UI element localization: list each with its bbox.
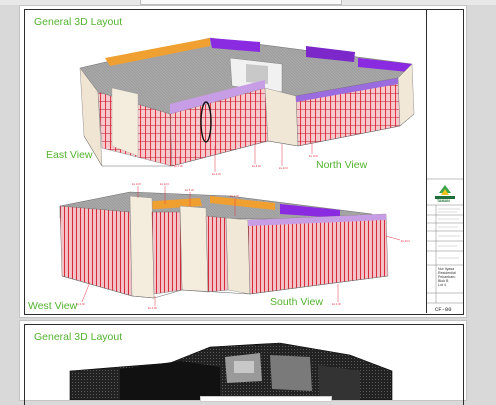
label-west-view: West View — [28, 300, 78, 312]
project-line-5: Lot 4 — [438, 283, 446, 287]
svg-text:EL 8.40: EL 8.40 — [185, 188, 194, 192]
label-general-3d-layout-2: General 3D Layout — [34, 331, 123, 343]
drawing-sheet-1: EL 4.20 EL 8.40 EL 12.6 EL 16.8 EL 0.00 — [20, 6, 466, 317]
building-3d-views: EL 4.20 EL 8.40 EL 12.6 EL 16.8 EL 0.00 EL… — [59, 37, 415, 310]
label-east-view: East View — [46, 149, 93, 161]
top-building-model: EL 4.20 EL 8.40 EL 12.6 EL 16.8 EL 0.00 — [79, 37, 415, 176]
document-tab[interactable] — [140, 0, 342, 5]
sheet-number: CF-00 — [435, 306, 452, 313]
svg-text:EL 4.20: EL 4.20 — [212, 172, 221, 176]
window-top-bar — [0, 0, 496, 5]
label-south-view: South View — [270, 296, 323, 308]
svg-text:EL 0.00: EL 0.00 — [174, 164, 183, 168]
svg-text:EL 12.6: EL 12.6 — [160, 182, 169, 186]
svg-text:EL 3.80: EL 3.80 — [148, 306, 157, 310]
svg-text:EL 16.8: EL 16.8 — [132, 182, 141, 186]
svg-text:EL 12.6: EL 12.6 — [279, 166, 288, 170]
svg-text:EL 0.00: EL 0.00 — [76, 302, 85, 306]
svg-text:EL 4.20: EL 4.20 — [230, 194, 239, 198]
svg-text:EL 8.40: EL 8.40 — [252, 164, 261, 168]
title-block: TAMAN Nur Ilyasa Residential Pekanbaru B… — [426, 9, 463, 313]
drawing-sheet-2: General 3D Layout — [20, 321, 466, 405]
bottom-building-model: EL 16.8 EL 12.6 EL 8.40 EL 4.20 EL 0.00 EL … — [59, 182, 410, 310]
logo-text: TAMAN — [437, 199, 450, 203]
company-logo — [435, 185, 455, 199]
page-footer-tab — [200, 396, 332, 402]
label-north-view: North View — [316, 159, 368, 171]
label-general-3d-layout: General 3D Layout — [34, 16, 123, 28]
svg-text:EL 0.00: EL 0.00 — [332, 302, 341, 306]
svg-text:EL 16.8: EL 16.8 — [309, 154, 318, 158]
svg-text:EL 20.0: EL 20.0 — [401, 239, 410, 243]
